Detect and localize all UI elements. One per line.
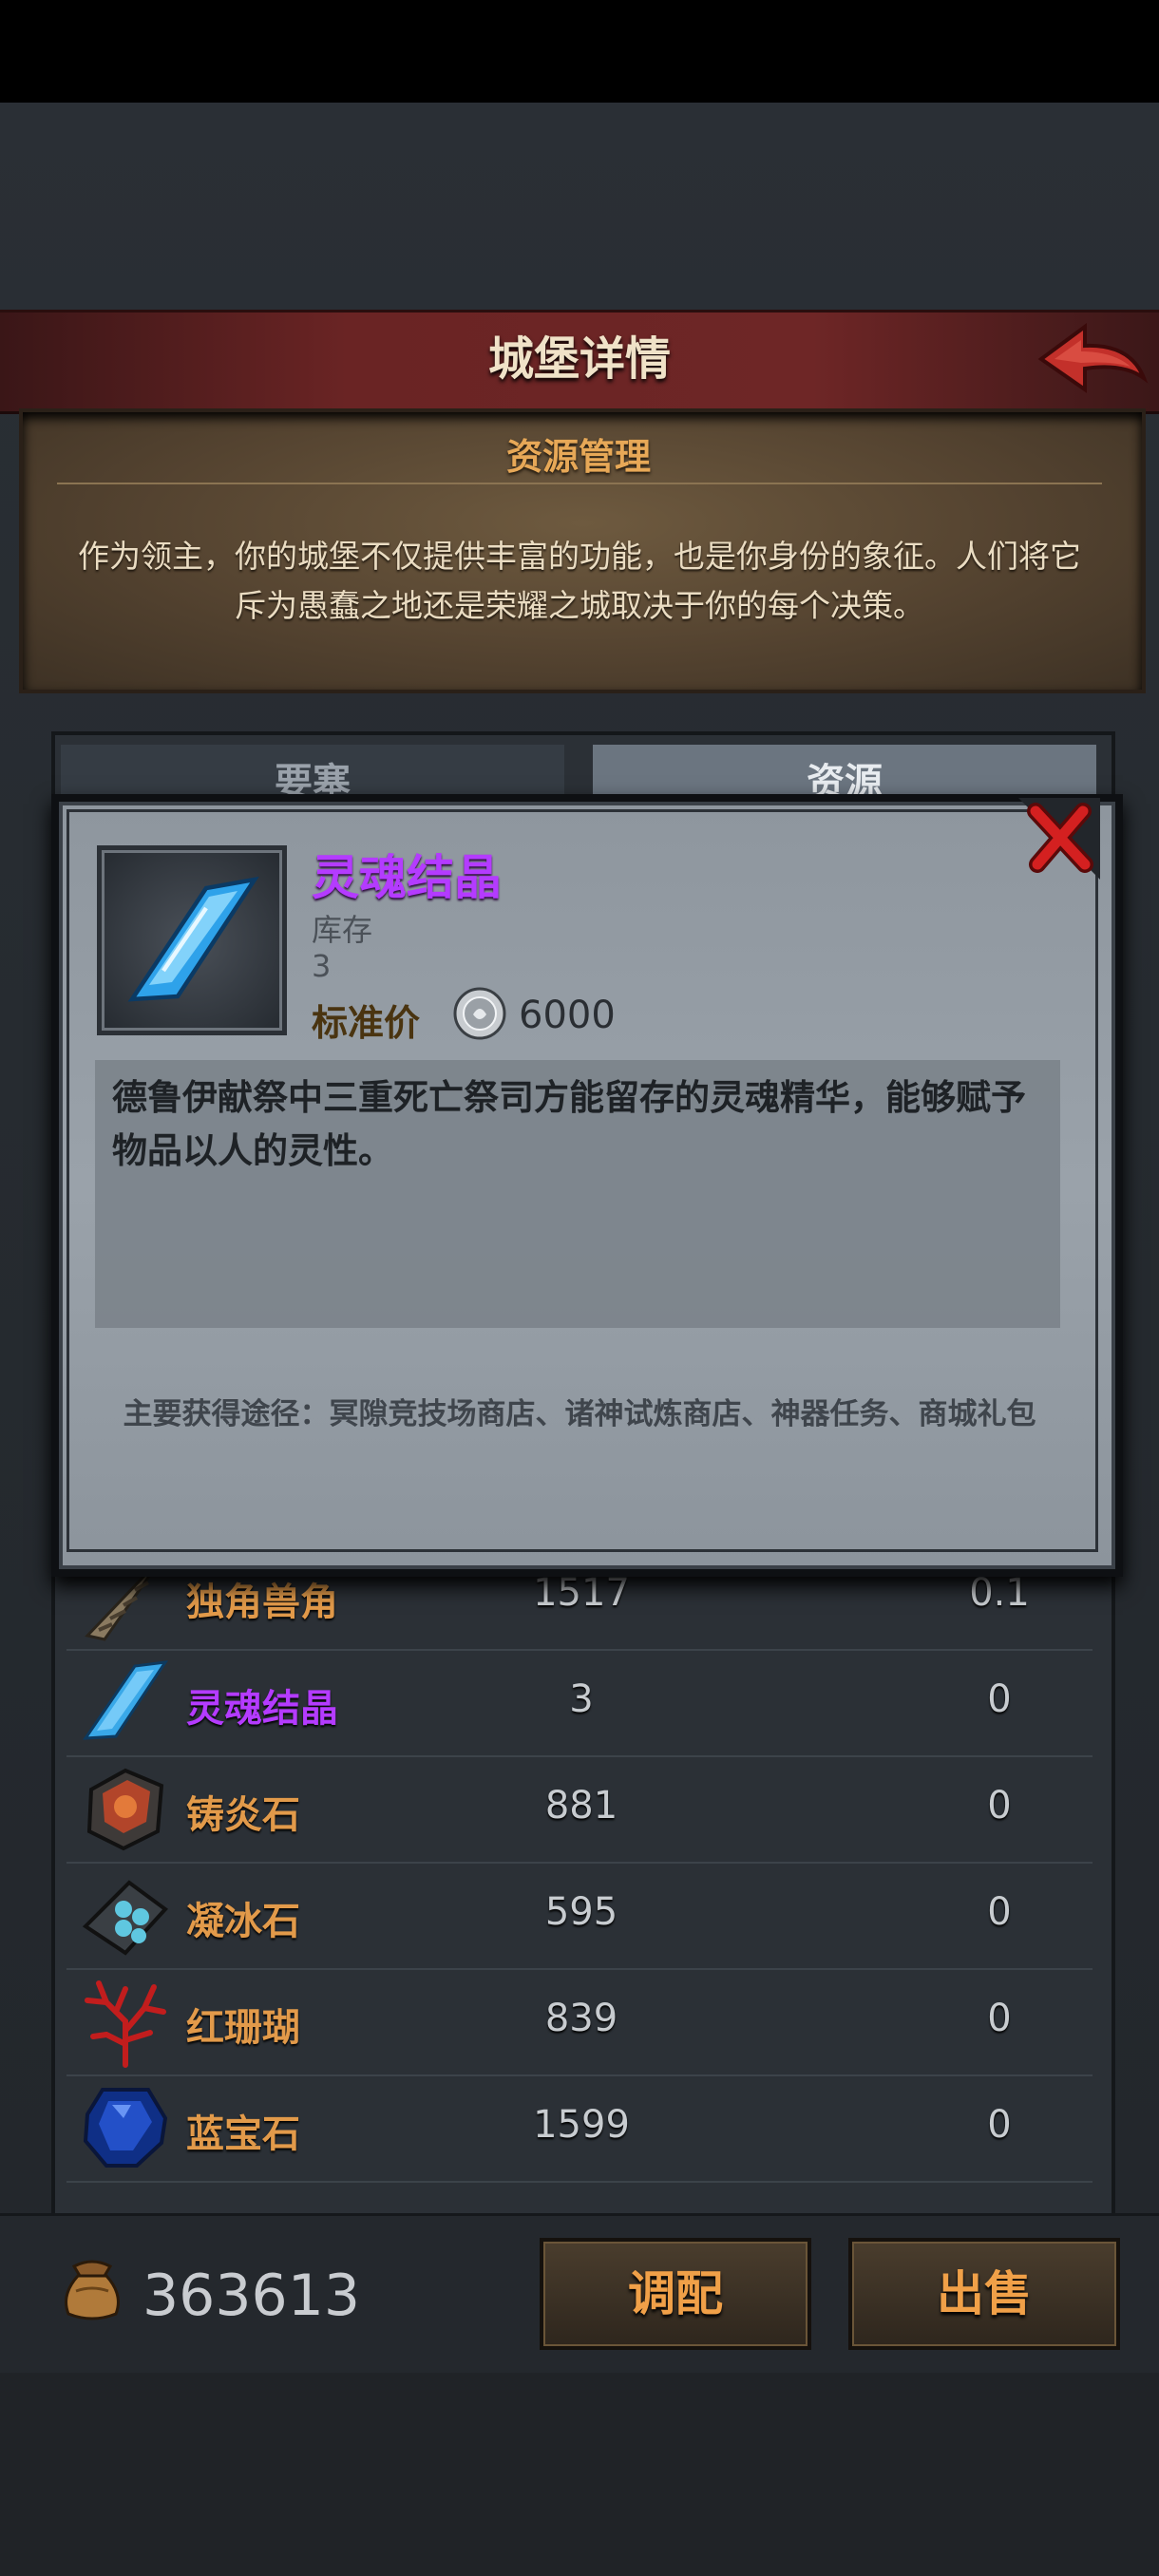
sell-button[interactable]: 出售: [848, 2238, 1120, 2350]
resource-rate: 0: [987, 1677, 1012, 1721]
resource-amount: 1517: [533, 1571, 630, 1615]
sapphire-icon: [83, 2088, 168, 2168]
page-title: 城堡详情: [487, 332, 671, 386]
resource-amount: 3: [569, 1677, 594, 1721]
allocate-button[interactable]: 调配: [540, 2238, 811, 2350]
list-item[interactable]: 铸炎石 881 0: [66, 1755, 1092, 1864]
silver-coin-icon: [453, 987, 506, 1040]
resource-name: 灵魂结晶: [186, 1687, 338, 1731]
resource-amount: 839: [544, 1997, 618, 2040]
item-description: 德鲁伊献祭中三重死亡祭司方能留存的灵魂精华，能够赋予物品以人的灵性。: [112, 1077, 1026, 1171]
resource-name: 蓝宝石: [186, 2112, 300, 2156]
list-item[interactable]: 红珊瑚 839 0: [66, 1968, 1092, 2076]
resource-rate: 0.1: [969, 1571, 1030, 1615]
red-coral-icon: [85, 1980, 166, 2068]
item-icon-frame: [97, 845, 287, 1035]
divider: [57, 483, 1102, 484]
resource-amount: 881: [544, 1784, 618, 1828]
stock-value: 3: [312, 948, 332, 984]
list-item[interactable]: 蓝宝石 1599 0: [66, 2074, 1092, 2183]
soul-crystal-icon: [127, 876, 259, 1002]
gold-amount: 363613: [142, 2263, 361, 2329]
ice-stone-icon: [82, 1880, 168, 1956]
soul-crystal-icon: [83, 1660, 169, 1740]
bottom-area: [0, 2370, 1159, 2576]
back-arrow-icon[interactable]: [1036, 317, 1150, 399]
item-name: 灵魂结晶: [312, 850, 502, 905]
resource-rate: 0: [987, 2103, 1012, 2147]
intro-title: 资源管理: [505, 436, 651, 478]
stock-label: 库存: [312, 912, 373, 948]
list-item[interactable]: 凝冰石 595 0: [66, 1862, 1092, 1970]
close-icon[interactable]: [1018, 798, 1100, 880]
resource-name: 铸炎石: [186, 1793, 300, 1837]
flame-stone-icon: [86, 1768, 164, 1851]
resource-rate: 0: [987, 1997, 1012, 2040]
status-bar: [0, 0, 1159, 103]
item-source: 主要获得途径：冥隙竞技场商店、诸神试炼商店、神器任务、商城礼包: [123, 1397, 1036, 1431]
resource-name: 独角兽角: [186, 1581, 338, 1624]
resource-rate: 0: [987, 1784, 1012, 1828]
intro-description: 作为领主，你的城堡不仅提供丰富的功能，也是你身份的象征。人们将它斥为愚蠢之地还是…: [78, 538, 1081, 624]
tab-resources[interactable]: 资源: [593, 745, 1096, 802]
tab-fortress[interactable]: 要塞: [61, 745, 564, 802]
price-label: 标准价: [312, 1002, 421, 1044]
resource-rate: 0: [987, 1890, 1012, 1934]
resource-amount: 1599: [533, 2103, 630, 2147]
price-value: 6000: [519, 994, 616, 1037]
gold-bag-icon: [65, 2260, 120, 2320]
list-item[interactable]: 灵魂结晶 3 0: [66, 1649, 1092, 1757]
resource-amount: 595: [544, 1890, 618, 1934]
resource-name: 红珊瑚: [186, 2006, 300, 2050]
resource-name: 凝冰石: [186, 1900, 300, 1943]
